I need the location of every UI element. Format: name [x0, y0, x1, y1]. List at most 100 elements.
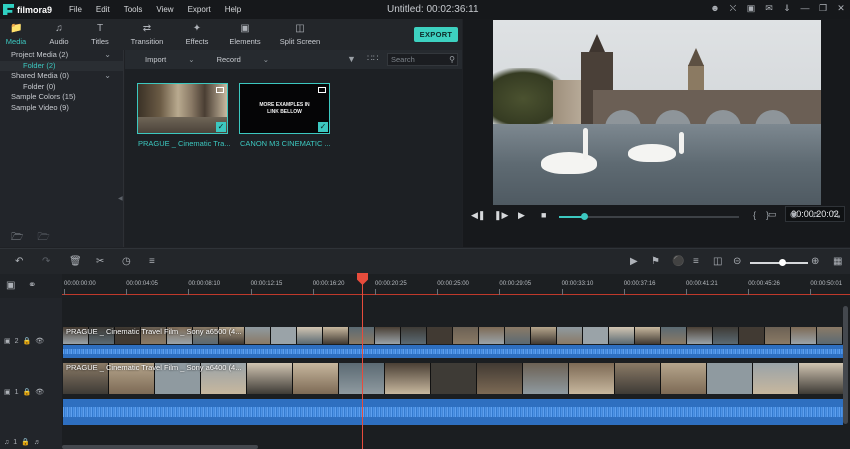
- timeline-horizontal-scrollbar[interactable]: [62, 445, 258, 449]
- snapshot-icon[interactable]: ◉: [790, 209, 798, 220]
- library-shared-media[interactable]: Shared Media (0) ⌄: [0, 71, 123, 82]
- app-logo: filmora9: [0, 4, 62, 15]
- ruler-tick-label: 00:00:37:16: [623, 281, 656, 287]
- menu-edit[interactable]: Edit: [89, 5, 117, 14]
- preview-video[interactable]: [493, 20, 821, 205]
- grid-view-icon[interactable]: ∷∷: [367, 53, 378, 64]
- project-name: Untitled:: [387, 4, 424, 15]
- library-sample-colors[interactable]: Sample Colors (15): [0, 92, 123, 103]
- timeline-ruler[interactable]: 00:00:00:00 00:00:04:05 00:00:08:10 00:00:1…: [62, 274, 850, 298]
- stop-icon[interactable]: ■: [541, 210, 546, 220]
- playback-progress[interactable]: [559, 213, 739, 220]
- grid-icon[interactable]: ▦: [833, 256, 842, 267]
- media-toolbar: Import ⌄ Record ⌄ ▼ ∷∷ Search ⚲: [125, 50, 462, 69]
- notification-icon[interactable]: ⇓: [782, 3, 792, 13]
- restore-icon[interactable]: ❐: [818, 3, 828, 13]
- zoom-knob[interactable]: [778, 259, 786, 266]
- play-icon[interactable]: ▶: [518, 210, 525, 221]
- render-icon[interactable]: ▶: [630, 256, 638, 267]
- playhead-line: [362, 274, 363, 449]
- window-controls: ☻ ⛌ ▣ ✉ ⇓ — ❐ ✕: [710, 3, 846, 13]
- collapse-panel-icon[interactable]: ◀: [118, 195, 123, 202]
- speed-icon[interactable]: ◷: [122, 256, 131, 267]
- render-preview-icon[interactable]: ▭: [768, 209, 777, 220]
- microphone-icon[interactable]: ⚫: [672, 256, 684, 267]
- tab-elements-label: Elements: [229, 37, 261, 46]
- marker-icon[interactable]: ⚑: [651, 256, 660, 267]
- search-icon[interactable]: ⚲: [449, 54, 455, 65]
- library-project-media[interactable]: Project Media (2) ⌄: [0, 50, 123, 61]
- menu-tools[interactable]: Tools: [117, 5, 150, 14]
- audio-mixer-icon[interactable]: ≡: [693, 256, 699, 267]
- menu-export[interactable]: Export: [181, 5, 218, 14]
- audio-clip-track-1[interactable]: [63, 399, 843, 425]
- volume-icon[interactable]: ♬: [34, 439, 41, 446]
- delete-folder-icon[interactable]: 🗁: [37, 230, 49, 247]
- ruler-tick-label: 00:00:50:01: [810, 281, 843, 287]
- tab-split-screen[interactable]: ◫ Split Screen: [276, 19, 324, 50]
- tab-audio[interactable]: ♫ Audio: [32, 19, 86, 50]
- timeline-vertical-scrollbar[interactable]: [843, 306, 848, 424]
- step-forward-icon[interactable]: ❚▶: [494, 210, 508, 221]
- mail-icon[interactable]: ✉: [764, 3, 774, 13]
- zoom-slider[interactable]: [750, 259, 808, 266]
- zoom-out-icon[interactable]: ⊝: [733, 256, 741, 267]
- fullscreen-icon[interactable]: ⤡: [833, 209, 840, 220]
- menu-view[interactable]: View: [149, 5, 180, 14]
- add-track-icon[interactable]: ▣: [6, 280, 15, 291]
- volume-icon[interactable]: ♬: [812, 209, 821, 219]
- adjust-icon[interactable]: ≡: [149, 256, 155, 267]
- filter-icon[interactable]: ▼: [347, 54, 356, 64]
- library-sample-video[interactable]: Sample Video (9): [0, 103, 123, 114]
- cut-icon[interactable]: ✂: [96, 256, 104, 267]
- filmstrip-frame: [245, 327, 271, 344]
- library-project-folder[interactable]: Folder (2): [0, 60, 123, 71]
- ruler-tick: [561, 289, 563, 295]
- media-clip-prague[interactable]: ✓: [137, 83, 228, 134]
- filmstrip-frame: [569, 363, 615, 394]
- filmstrip-frame: [615, 363, 661, 394]
- eye-icon[interactable]: 👁: [35, 337, 44, 345]
- undo-icon[interactable]: ↶: [15, 256, 23, 267]
- media-clip-canon[interactable]: MORE EXAMPLES IN LINK BELLOW ✓: [239, 83, 330, 134]
- delete-icon[interactable]: 🗑: [69, 256, 82, 267]
- step-back-icon[interactable]: ◀❚: [471, 210, 485, 221]
- lock-icon[interactable]: 🔒: [23, 388, 32, 396]
- search-input[interactable]: Search ⚲: [387, 53, 458, 66]
- record-dropdown[interactable]: Record ⌄: [217, 55, 269, 64]
- audio-clip-track-2[interactable]: [63, 345, 843, 358]
- new-folder-icon[interactable]: 🗁: [11, 230, 23, 247]
- tab-media[interactable]: 📁 Media: [0, 19, 32, 50]
- lock-icon[interactable]: 🔒: [21, 438, 30, 446]
- minimize-icon[interactable]: —: [800, 3, 810, 13]
- chevron-down-icon[interactable]: ⌄: [104, 50, 111, 61]
- tab-effects[interactable]: ✦ Effects: [180, 19, 214, 50]
- lock-icon[interactable]: 🔒: [23, 337, 32, 345]
- mark-in-icon[interactable]: {: [753, 210, 756, 220]
- save-icon[interactable]: ▣: [746, 3, 756, 13]
- export-button[interactable]: EXPORT: [414, 27, 458, 42]
- eye-icon[interactable]: 👁: [35, 388, 44, 396]
- chevron-down-icon[interactable]: ⌄: [104, 71, 111, 82]
- filmstrip-frame: [707, 363, 753, 394]
- library-shared-folder[interactable]: Folder (0): [0, 82, 123, 93]
- close-icon[interactable]: ✕: [836, 3, 846, 13]
- tab-transition[interactable]: ⇄ Transition: [114, 19, 180, 50]
- filmstrip-frame: [323, 327, 349, 344]
- import-dropdown[interactable]: Import ⌄: [145, 55, 195, 64]
- ruler-tick: [810, 289, 812, 295]
- progress-knob[interactable]: [581, 213, 589, 220]
- tab-titles[interactable]: T Titles: [86, 19, 114, 50]
- store-icon[interactable]: ⛌: [728, 3, 738, 13]
- link-icon[interactable]: ⚭: [28, 280, 36, 291]
- redo-icon[interactable]: ↷: [42, 256, 50, 267]
- menu-help[interactable]: Help: [218, 5, 248, 14]
- zoom-in-icon[interactable]: ⊕: [811, 256, 819, 267]
- tab-elements[interactable]: ▣ Elements: [214, 19, 276, 50]
- account-icon[interactable]: ☻: [710, 3, 720, 13]
- filmstrip-frame: [583, 327, 609, 344]
- ruler-tick-label: 00:00:08:10: [188, 281, 221, 287]
- split-icon[interactable]: ◫: [713, 256, 722, 267]
- menu-file[interactable]: File: [62, 5, 89, 14]
- library-item-label: Sample Video (9): [11, 102, 69, 112]
